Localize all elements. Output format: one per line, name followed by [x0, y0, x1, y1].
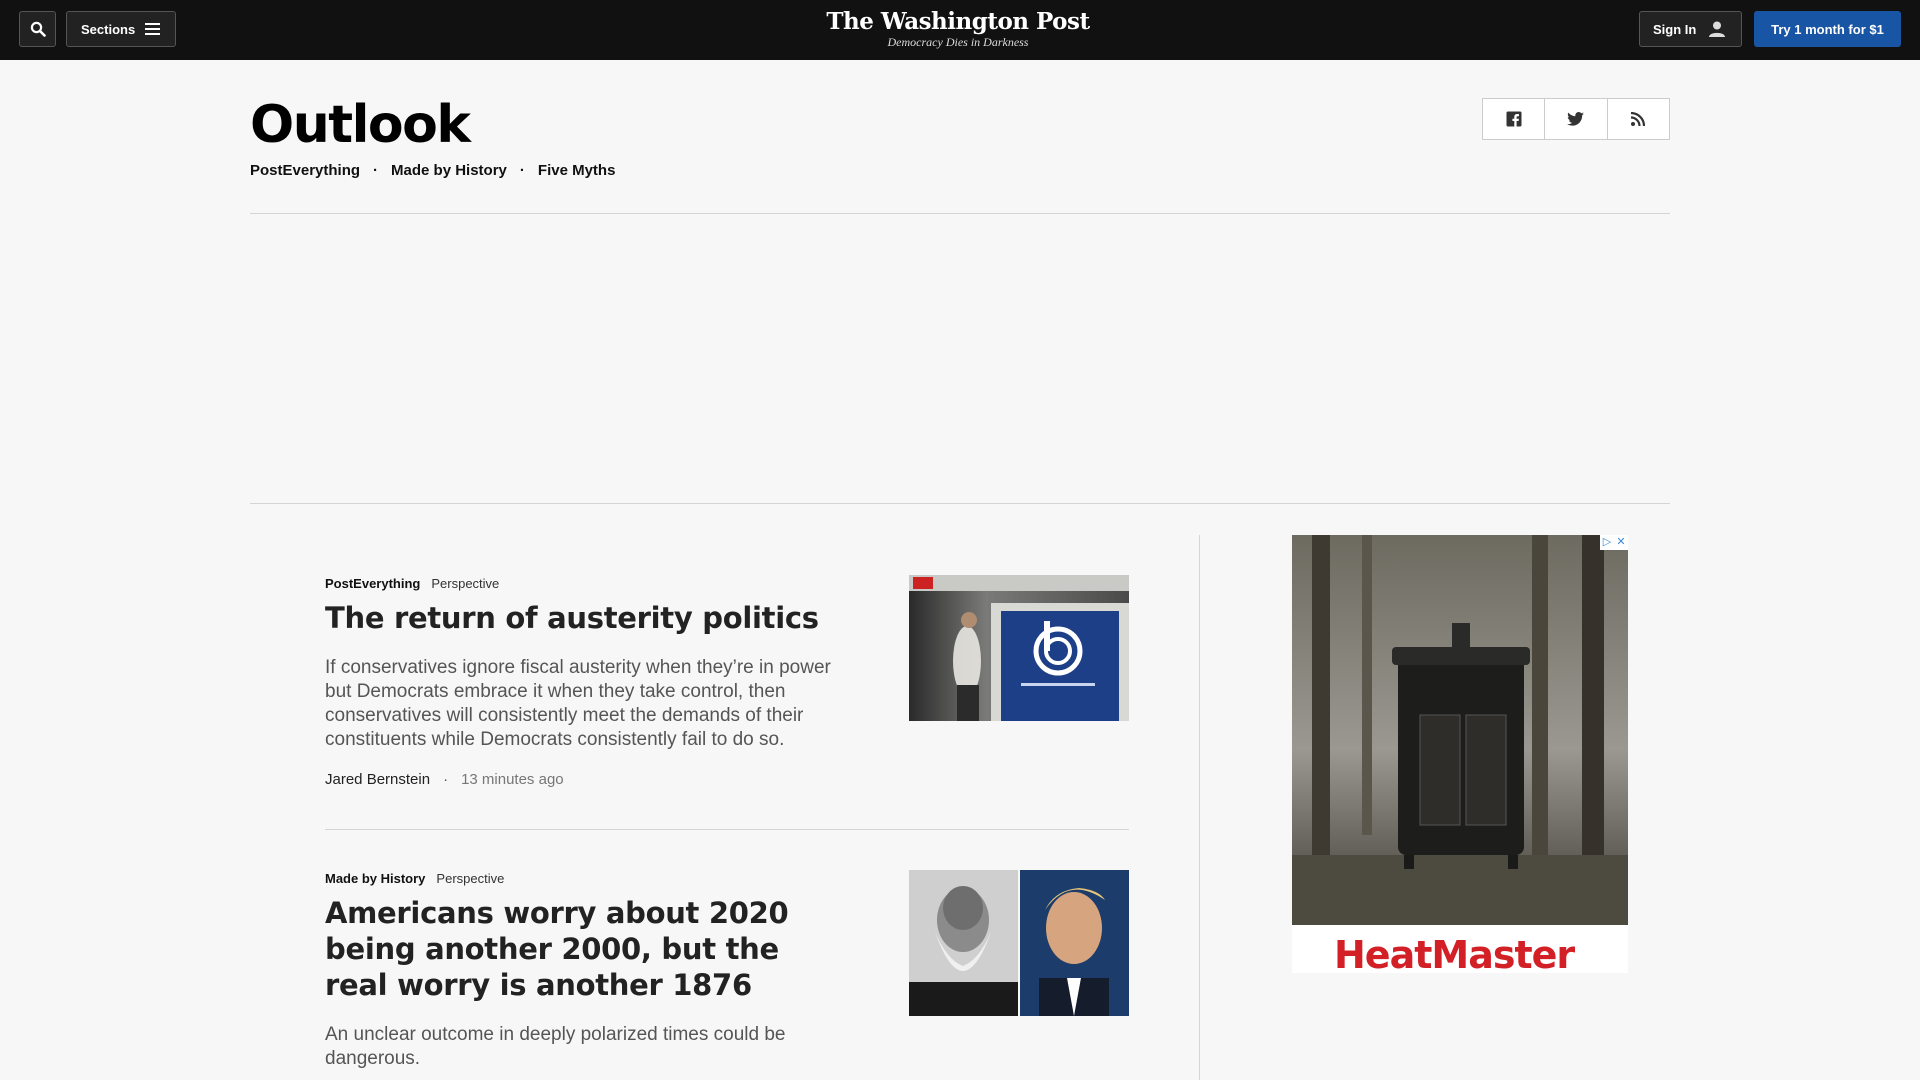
sign-in-label: Sign In — [1653, 21, 1697, 37]
story-headline[interactable]: Americans worry about 2020 being another… — [325, 895, 845, 1003]
section-subnav: PostEverything · Made by History · Five … — [250, 162, 615, 179]
masthead-tagline: Democracy Dies in Darkness — [887, 35, 1029, 49]
masthead-name: The Washington Post — [826, 8, 1090, 35]
story-blurb: If conservatives ignore fiscal austerity… — [325, 657, 831, 750]
facebook-icon — [1506, 111, 1522, 127]
subnav-link-posteverything[interactable]: PostEverything — [250, 162, 360, 179]
ad-slot-divider — [250, 503, 1670, 504]
user-icon — [1709, 21, 1726, 37]
top-navigation-bar: Sections The Washington Post Democracy D… — [0, 0, 1920, 60]
story-divider — [325, 829, 1129, 830]
story-image[interactable] — [909, 870, 1129, 1016]
story-label: Perspective — [431, 576, 500, 591]
header-divider — [250, 213, 1670, 214]
rss-icon — [1631, 112, 1646, 126]
story-timestamp: 13 minutes ago — [461, 771, 564, 788]
ad-close-icon[interactable]: ✕ — [1614, 535, 1628, 550]
advertisement[interactable]: ▷ ✕ HeatMaster — [1292, 535, 1628, 973]
search-button[interactable] — [19, 11, 56, 47]
ad-choices-badge[interactable]: ▷ ✕ — [1600, 535, 1628, 550]
rss-button[interactable] — [1608, 99, 1669, 139]
column-divider — [1199, 535, 1200, 1080]
story-card: PostEverything Perspective The return of… — [325, 575, 1129, 788]
sections-label: Sections — [81, 21, 136, 37]
share-toolbar — [1482, 98, 1670, 140]
sections-menu-button[interactable]: Sections — [66, 11, 176, 47]
ad-info-icon[interactable]: ▷ — [1600, 535, 1614, 550]
ad-brand-logo: HeatMaster — [1334, 933, 1575, 973]
story-section-link[interactable]: Made by History — [325, 871, 425, 886]
story-section-link[interactable]: PostEverything — [325, 576, 420, 591]
story-image[interactable] — [909, 575, 1129, 721]
twitter-share-button[interactable] — [1545, 99, 1608, 139]
story-label: Perspective — [436, 871, 505, 886]
story-card: Made by History Perspective Americans wo… — [325, 870, 1129, 1071]
story-author-link[interactable]: Jared Bernstein — [325, 771, 430, 788]
masthead-logo[interactable]: The Washington Post Democracy Dies in Da… — [800, 8, 1116, 50]
facebook-share-button[interactable] — [1483, 99, 1546, 139]
story-byline: Jared Bernstein · 13 minutes ago — [325, 771, 1129, 788]
sign-in-button[interactable]: Sign In — [1639, 11, 1742, 47]
subnav-separator: · — [373, 162, 379, 179]
subnav-link-five-myths[interactable]: Five Myths — [538, 162, 616, 179]
hamburger-icon — [145, 23, 161, 35]
ad-brand-band: HeatMaster — [1292, 925, 1628, 973]
story-headline[interactable]: The return of austerity politics — [325, 600, 845, 636]
search-icon — [30, 21, 46, 37]
page-title: Outlook — [250, 95, 471, 155]
subscribe-button[interactable]: Try 1 month for $1 — [1754, 11, 1901, 47]
byline-separator: · — [443, 771, 449, 788]
story-blurb: An unclear outcome in deeply polarized t… — [325, 1024, 786, 1069]
subnav-separator: · — [519, 162, 525, 179]
subnav-link-made-by-history[interactable]: Made by History — [391, 162, 507, 179]
twitter-icon — [1567, 112, 1585, 126]
